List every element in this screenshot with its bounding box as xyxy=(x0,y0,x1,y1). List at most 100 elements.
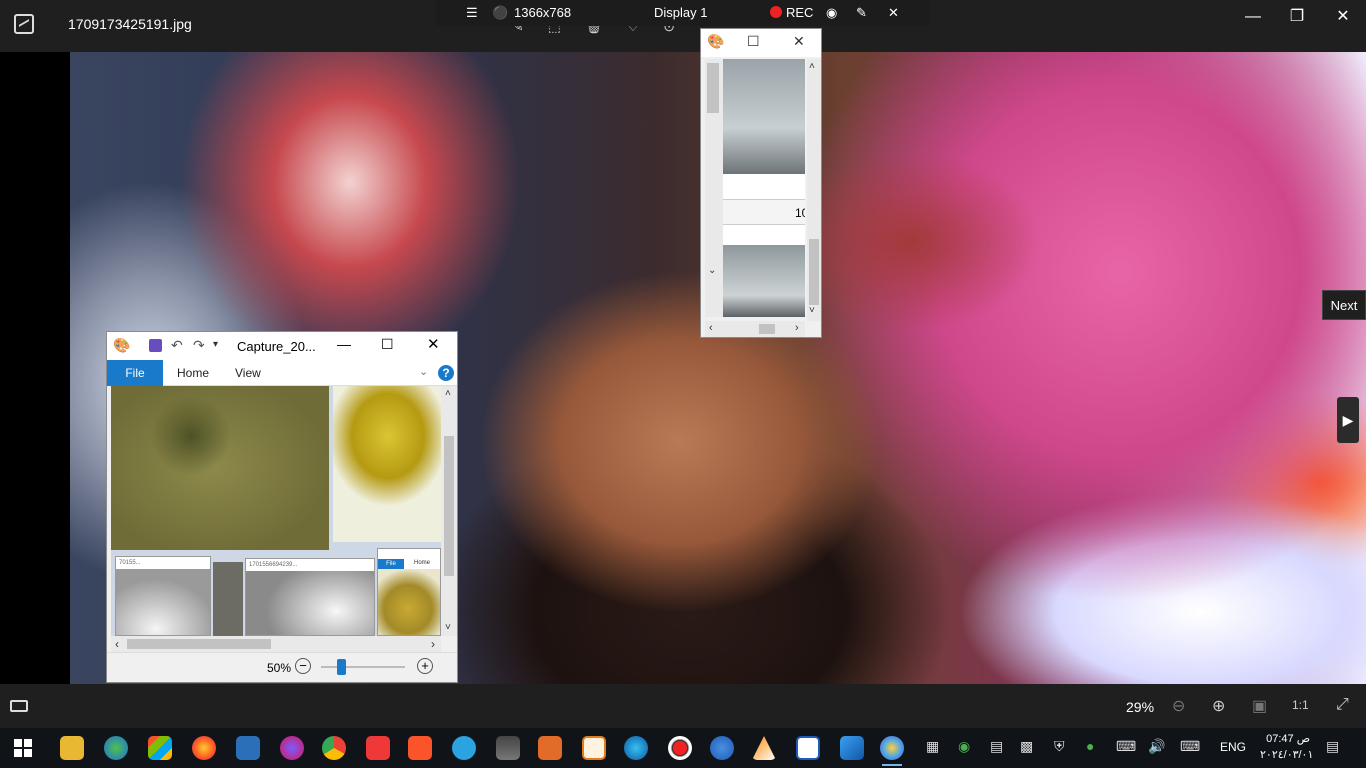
firefox-icon[interactable] xyxy=(192,736,216,760)
next-button[interactable]: Next xyxy=(1322,290,1366,320)
maximize-button[interactable]: ☐ xyxy=(747,33,760,50)
tray-app-icon[interactable]: ▦ xyxy=(926,738,939,755)
recorder-icon[interactable] xyxy=(668,736,692,760)
scroll-thumb-right[interactable] xyxy=(809,239,819,305)
zoom-in-icon[interactable]: ⊕ xyxy=(1212,696,1225,716)
display-selector[interactable]: Display 1 xyxy=(654,5,707,20)
hscroll-thumb[interactable] xyxy=(127,639,271,649)
zoom-slider-thumb[interactable] xyxy=(337,659,346,675)
tray-globe-icon[interactable]: ● xyxy=(1086,738,1094,754)
file-explorer-icon[interactable] xyxy=(60,736,84,760)
scroll-up-icon[interactable]: ˄ xyxy=(809,61,815,72)
tab-view[interactable]: View xyxy=(235,366,261,380)
language-indicator[interactable]: ENG xyxy=(1220,740,1246,754)
clock[interactable]: 07:47 ص ٢٠٢٤/٠٣/٠١ xyxy=(1260,731,1313,763)
actual-size-icon[interactable]: 1:1 xyxy=(1292,698,1309,712)
opera-icon[interactable] xyxy=(280,736,304,760)
windows-logo-part xyxy=(24,739,32,747)
close-button[interactable]: ✕ xyxy=(1320,4,1366,30)
tray-network-icon[interactable]: ▩ xyxy=(1020,738,1033,755)
play-icon[interactable]: ▶ xyxy=(1337,397,1359,443)
help-button[interactable]: ? xyxy=(438,365,454,381)
canvas-image-stain xyxy=(111,386,329,550)
nested-image xyxy=(246,571,374,635)
maximize-button[interactable]: ☐ xyxy=(381,336,394,353)
office-icon[interactable] xyxy=(538,736,562,760)
horizontal-scrollbar[interactable]: ‹ › xyxy=(111,636,441,652)
pen-icon[interactable]: ✎ xyxy=(856,5,867,21)
camera-icon[interactable]: ◉ xyxy=(826,5,837,21)
customize-quick-access-icon[interactable]: ▾ xyxy=(213,339,218,350)
close-button[interactable]: ✕ xyxy=(427,335,440,353)
filmstrip-icon[interactable] xyxy=(10,700,28,712)
scroll-down-icon[interactable]: ⌄ xyxy=(708,265,716,276)
restore-button[interactable]: ❐ xyxy=(1274,4,1320,30)
maxthon-icon[interactable] xyxy=(236,736,260,760)
tray-display-icon[interactable]: ▤ xyxy=(990,738,1003,755)
vertical-scrollbar[interactable]: ⌄ xyxy=(705,59,723,317)
undo-icon[interactable]: ↶ xyxy=(171,337,183,354)
minimize-button[interactable]: — xyxy=(337,336,351,352)
tray-ime-icon[interactable]: ⌨ xyxy=(1116,738,1136,755)
save-icon[interactable] xyxy=(149,339,162,352)
pin-icon[interactable]: ⚫ xyxy=(492,5,508,21)
menu-icon[interactable]: ☰ xyxy=(466,5,478,21)
paint-window-small[interactable]: 🎨 ☐ ✕ ⌄ 10 ˄ ˅ ‹ › xyxy=(700,28,822,338)
vivaldi-icon[interactable] xyxy=(366,736,390,760)
minimize-button[interactable]: — xyxy=(1230,4,1276,30)
notification-icon[interactable]: ▤ xyxy=(1326,738,1339,755)
zoom-in-button[interactable]: + xyxy=(417,658,433,674)
tray-record-icon[interactable]: ◉ xyxy=(958,738,970,755)
hscroll-thumb[interactable] xyxy=(759,324,775,334)
keyboard-icon[interactable]: ⌨ xyxy=(1180,738,1200,755)
record-button[interactable]: REC xyxy=(770,5,813,20)
paint-small-titlebar: 🎨 ☐ ✕ xyxy=(701,29,821,57)
zoom-out-icon[interactable]: ⊖ xyxy=(1172,696,1185,716)
window-title: Capture_20... xyxy=(237,339,316,354)
tray-security-icon[interactable]: ⛨ xyxy=(1054,738,1065,755)
telegram-icon[interactable] xyxy=(452,736,476,760)
scroll-right-icon[interactable]: › xyxy=(431,637,435,651)
scroll-left-icon[interactable]: ‹ xyxy=(709,322,713,334)
cell-value: 10 xyxy=(795,206,805,220)
redo-icon[interactable]: ↷ xyxy=(193,337,205,354)
vertical-scrollbar[interactable]: ˄ ˅ xyxy=(441,386,457,636)
chrome-icon[interactable] xyxy=(322,736,346,760)
scroll-up-icon[interactable]: ˄ xyxy=(445,388,451,399)
globe-icon[interactable] xyxy=(104,736,128,760)
ribbon-expand-icon[interactable]: ⌄ xyxy=(419,365,428,378)
clock-ampm: ص xyxy=(1296,733,1310,745)
zoom-out-button[interactable]: − xyxy=(295,658,311,674)
fit-screen-icon[interactable]: ▣ xyxy=(1252,696,1267,716)
presentation-icon[interactable] xyxy=(582,736,606,760)
scroll-down-icon[interactable]: ˅ xyxy=(809,305,815,316)
vertical-scrollbar-right[interactable]: ˄ ˅ xyxy=(807,59,821,321)
scroll-thumb[interactable] xyxy=(707,63,719,113)
scroll-left-icon[interactable]: ‹ xyxy=(115,637,119,651)
paint-icon[interactable] xyxy=(880,736,904,766)
search-app-icon[interactable] xyxy=(710,736,734,760)
close-button[interactable]: ✕ xyxy=(793,33,805,50)
store-icon[interactable] xyxy=(148,736,172,760)
brave-icon[interactable] xyxy=(408,736,432,760)
document-icon[interactable] xyxy=(796,736,820,760)
edge-icon[interactable] xyxy=(624,736,648,760)
tab-home[interactable]: Home xyxy=(177,366,209,380)
paint-small-canvas[interactable]: 10 xyxy=(723,59,805,317)
start-button[interactable] xyxy=(14,739,32,757)
vscroll-thumb[interactable] xyxy=(444,436,454,576)
paint-window-main[interactable]: 🎨 ↶ ↷ ▾ Capture_20... — ☐ ✕ File Home Vi… xyxy=(106,331,458,683)
fullscreen-icon[interactable]: ⤢ xyxy=(1336,696,1349,714)
rec-label: REC xyxy=(786,5,814,20)
calendar-icon[interactable] xyxy=(496,736,520,760)
scroll-down-icon[interactable]: ˅ xyxy=(445,622,451,633)
zoom-slider-track[interactable] xyxy=(321,666,405,668)
horizontal-scrollbar[interactable]: ‹ › xyxy=(705,321,805,337)
vlc-icon[interactable] xyxy=(752,736,776,760)
volume-icon[interactable]: 🔊 xyxy=(1148,738,1165,755)
tab-file[interactable]: File xyxy=(107,360,163,386)
paint-main-canvas[interactable]: 70155... 1701556694239... File Home xyxy=(111,386,441,636)
scroll-right-icon[interactable]: › xyxy=(795,322,799,334)
close-toolbar-icon[interactable]: ✕ xyxy=(888,5,899,21)
photos-icon[interactable] xyxy=(840,736,864,760)
